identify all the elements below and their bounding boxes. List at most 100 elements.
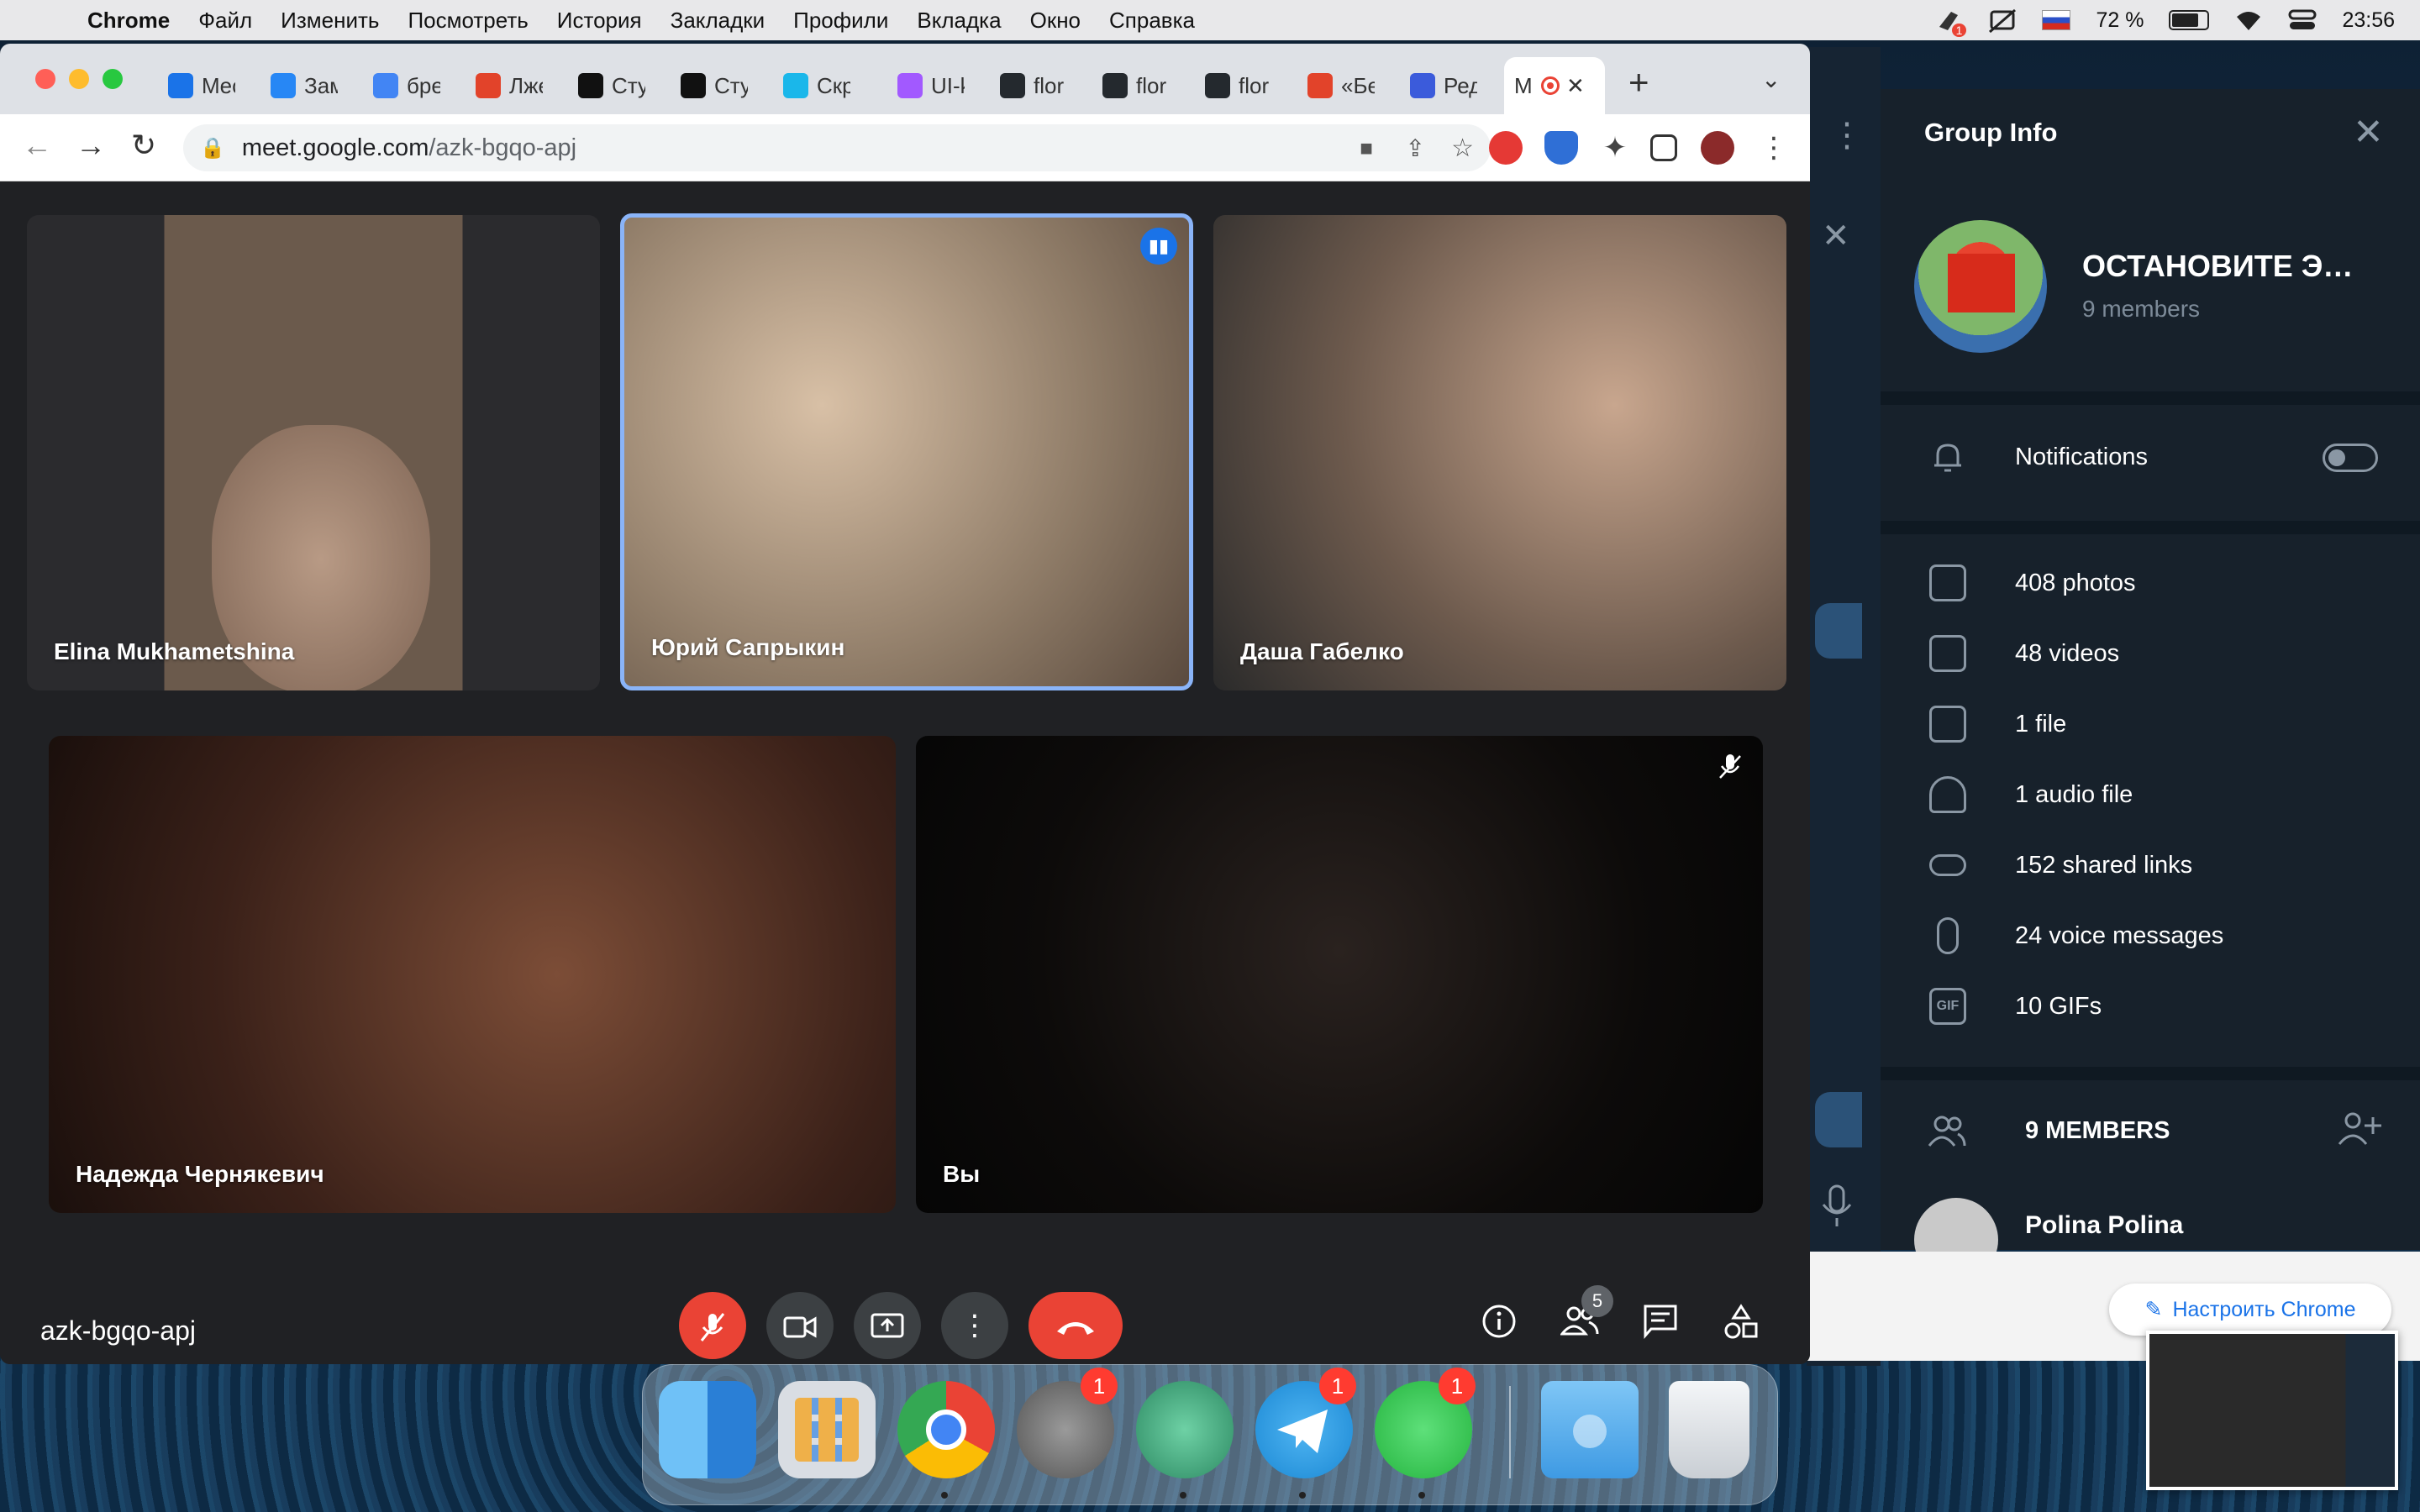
tab-favicon [681,73,706,98]
apple-icon[interactable] [30,3,64,37]
share-icon[interactable]: ⇪ [1406,134,1425,162]
tab[interactable]: UI-k [897,57,965,114]
group-info-title: Group Info [1924,118,2058,147]
wifi-icon[interactable] [2234,8,2263,32]
tab-active-meet[interactable]: M ✕ [1504,57,1605,114]
tab[interactable]: flor [1102,57,1170,114]
tab[interactable]: бре [373,57,440,114]
microphone-toggle-button[interactable] [679,1292,746,1359]
chrome-menu-icon[interactable]: ⋮ [1760,131,1793,165]
menu-profiles[interactable]: Профили [793,8,888,34]
extensions-puzzle-icon[interactable]: ✦ [1598,131,1632,165]
lock-icon[interactable]: 🔒 [200,136,225,160]
launchpad-icon[interactable] [778,1381,876,1478]
tab[interactable]: Скр [783,57,850,114]
url-domain: meet.google.com [241,134,429,161]
menu-edit[interactable]: Изменить [281,8,379,34]
meeting-details-button[interactable] [1476,1304,1523,1351]
meet-stage: Elina Mukhametshina ▮▮ Юрий Сапрыкин Даш… [0,181,1810,1364]
camera-in-use-icon[interactable]: ■ [1360,135,1373,161]
media-row-voice[interactable]: 24 voice messages [1881,900,2420,971]
menu-history[interactable]: История [557,8,642,34]
chat-button[interactable] [1637,1304,1684,1351]
new-tab-button[interactable]: + [1628,62,1649,102]
media-row-videos[interactable]: 48 videos [1881,618,2420,689]
reload-icon[interactable]: ↻ [131,128,156,163]
input-source-flag-icon[interactable] [2042,10,2071,30]
phone-hangup-icon [1057,1322,1094,1336]
downloads-folder-icon[interactable] [1541,1381,1639,1478]
participant-tile[interactable]: Надежда Чернякевич [49,736,896,1213]
notifications-toggle[interactable] [2323,444,2378,472]
menu-help[interactable]: Справка [1109,8,1195,34]
tab[interactable]: Сту [681,57,748,114]
menu-bookmarks[interactable]: Закладки [671,8,765,34]
participant-tile[interactable]: Даша Габелко [1213,215,1786,690]
customize-chrome-button[interactable]: ✎ Настроить Chrome [2109,1284,2391,1336]
tab[interactable]: Ред [1410,57,1477,114]
tab-title: Ред [1444,72,1477,98]
camera-toggle-button[interactable] [766,1292,834,1359]
chrome-icon[interactable] [897,1381,995,1478]
profile-avatar[interactable] [1701,131,1734,165]
divider [1881,521,2420,534]
tab-close-icon[interactable]: ✕ [1566,73,1585,99]
media-row-gifs[interactable]: GIF 10 GIFs [1881,971,2420,1042]
media-row-photos[interactable]: 408 photos [1881,548,2420,618]
tab-favicon [1205,73,1230,98]
activities-button[interactable] [1718,1304,1765,1351]
zoom-window-button[interactable] [103,69,123,89]
tab[interactable]: Лже [476,57,543,114]
control-center-icon[interactable] [2288,8,2317,32]
participant-tile[interactable]: Elina Mukhametshina [27,215,600,690]
menu-view[interactable]: Посмотреть [408,8,528,34]
close-window-button[interactable] [35,69,55,89]
add-member-icon[interactable] [2338,1110,2381,1156]
voice-record-icon[interactable] [1820,1184,1854,1236]
notifications-off-icon[interactable] [1988,8,2017,34]
tab[interactable]: Mec [168,57,235,114]
more-options-button[interactable]: ⋮ [941,1292,1008,1359]
group-avatar[interactable] [1914,220,2047,353]
trash-icon[interactable] [1669,1381,1749,1478]
member-name[interactable]: Polina Polina [2025,1211,2183,1240]
present-screen-button[interactable] [854,1292,921,1359]
chat-close-icon[interactable]: ✕ [1822,217,1850,255]
clock[interactable]: 23:56 [2342,8,2395,33]
close-icon[interactable]: ✕ [2353,114,2386,151]
tab-favicon [783,73,808,98]
more-options-icon[interactable]: ⋮ [1830,116,1864,155]
forward-icon[interactable]: → [76,128,106,163]
notification-status-icon[interactable]: 1 [1934,8,1967,37]
media-row-links[interactable]: 152 shared links [1881,830,2420,900]
chat-icon [1644,1305,1677,1339]
media-row-audio[interactable]: 1 audio file [1881,759,2420,830]
back-icon[interactable]: ← [22,128,52,163]
screenshot-thumbnail[interactable] [2146,1331,2398,1490]
tab[interactable]: flor [1000,57,1067,114]
minimize-window-button[interactable] [69,69,89,89]
media-row-files[interactable]: 1 file [1881,689,2420,759]
shield-extension-icon[interactable] [1544,131,1578,165]
menu-file[interactable]: Файл [198,8,252,34]
bookmark-star-icon[interactable]: ☆ [1451,134,1474,163]
atom-icon[interactable] [1136,1381,1234,1478]
activities-icon [1724,1304,1758,1339]
tab[interactable]: flor [1205,57,1272,114]
participant-tile-active-speaker[interactable]: ▮▮ Юрий Сапрыкин [620,213,1193,690]
finder-icon[interactable] [659,1381,756,1478]
adblock-extension-icon[interactable] [1489,131,1523,165]
battery-icon[interactable] [2169,10,2210,30]
tab[interactable]: Зам [271,57,338,114]
tab[interactable]: «Бе [1307,57,1375,114]
menu-app-name[interactable]: Chrome [87,8,170,34]
tab[interactable]: Сту [578,57,645,114]
tab-search-icon[interactable]: ⌄ [1761,66,1781,93]
speaking-indicator-icon: ▮▮ [1140,228,1177,265]
menu-window[interactable]: Окно [1030,8,1081,34]
address-bar[interactable]: 🔒 meet.google.com /azk-bgqo-apj ■ ⇪ ☆ [183,124,1491,171]
leave-call-button[interactable] [1028,1292,1123,1359]
participant-tile-self[interactable]: Вы [916,736,1763,1213]
side-panel-icon[interactable] [1650,134,1677,161]
menu-tab[interactable]: Вкладка [917,8,1001,34]
